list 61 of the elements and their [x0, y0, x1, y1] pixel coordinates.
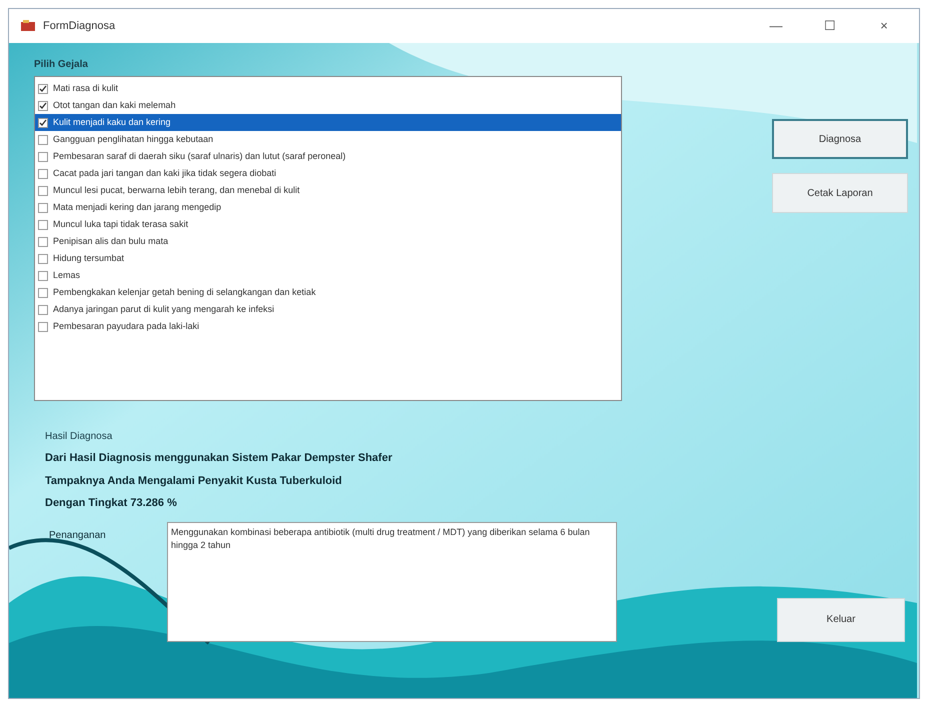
- symptom-item[interactable]: Lemas: [35, 267, 621, 284]
- checkbox[interactable]: [38, 186, 48, 196]
- checkbox[interactable]: [38, 100, 48, 110]
- symptom-item[interactable]: Muncul luka tapi tidak terasa sakit: [35, 216, 621, 233]
- result-text: Dengan Tingkat 73.286 %: [45, 496, 178, 511]
- symptom-label: Muncul lesi pucat, berwarna lebih terang, dan menebal di kulit: [53, 184, 300, 197]
- checkbox[interactable]: [38, 202, 48, 212]
- symptom-label: Mati rasa di kulit: [53, 82, 118, 95]
- symptom-label: Hidung tersumbat: [53, 252, 124, 265]
- group-label: Hasil Diagnosa: [45, 430, 114, 444]
- symptom-label: Adanya jaringan parut di kulit yang mengarah ke infeksi: [53, 302, 274, 316]
- symptom-item[interactable]: Mati rasa di kulit: [35, 80, 621, 97]
- checkbox[interactable]: [38, 220, 48, 230]
- checkbox[interactable]: [38, 288, 48, 298]
- result-text: Tampaknya Anda Mengalami Penyakit Kusta Tuberkuloid: [45, 474, 343, 488]
- symptom-label: Cacat pada jari tangan dan kaki jika tidak segera diobati: [53, 166, 276, 180]
- checkbox[interactable]: [38, 304, 48, 314]
- field-label: Penanganan: [49, 528, 107, 542]
- treatment-field[interactable]: Menggunakan kombinasi beberapa antibiotik (multi drug treatment / MDT) yang diberikan selama 6 bulan hingga 2 tahun: [167, 522, 617, 642]
- symptom-label: Pembesaran payudara pada laki-laki: [53, 320, 200, 333]
- group-label: Pilih Gejala: [34, 58, 89, 72]
- app-icon: [21, 20, 35, 32]
- symptom-label: Pembesaran saraf di daerah siku (saraf ulnaris) dan lutut (saraf peroneal): [53, 150, 346, 163]
- symptom-item[interactable]: Cacat pada jari tangan dan kaki jika tidak segera diobati: [35, 165, 621, 182]
- symptom-label: Mata menjadi kering dan jarang mengedip: [53, 200, 222, 214]
- checkbox[interactable]: [38, 134, 48, 144]
- symptom-item[interactable]: Kulit menjadi kaku dan kering: [35, 114, 621, 131]
- symptom-label: Penipisan alis dan bulu mata: [53, 234, 168, 248]
- window-title: FormDiagnosa: [43, 18, 116, 34]
- checkbox[interactable]: [38, 84, 48, 94]
- symptom-item[interactable]: Mata menjadi kering dan jarang mengedip: [35, 199, 621, 216]
- symptom-item[interactable]: Pembengkakan kelenjar getah bening di selangkangan dan ketiak: [35, 284, 621, 301]
- symptom-label: Otot tangan dan kaki melemah: [53, 98, 176, 112]
- symptom-label: Muncul luka tapi tidak terasa sakit: [53, 218, 188, 231]
- action-button[interactable]: Cetak Laporan: [772, 173, 908, 213]
- symptom-item[interactable]: Pembesaran payudara pada laki-laki: [35, 318, 621, 335]
- result-text: Dari Hasil Diagnosis menggunakan Sistem Pakar Dempster Shafer: [45, 451, 394, 466]
- symptom-item[interactable]: Otot tangan dan kaki melemah: [35, 97, 621, 114]
- symptom-label: Pembengkakan kelenjar getah bening di selangkangan dan ketiak: [53, 286, 316, 299]
- checkbox[interactable]: [38, 152, 48, 162]
- symptom-label: Kulit menjadi kaku dan kering: [53, 116, 171, 129]
- checkbox[interactable]: [38, 322, 48, 332]
- symptom-item[interactable]: Muncul lesi pucat, berwarna lebih terang, dan menebal di kulit: [35, 182, 621, 199]
- window-control[interactable]: ×: [861, 16, 907, 36]
- window-control[interactable]: ☐: [807, 16, 853, 36]
- checkbox[interactable]: [38, 270, 48, 280]
- symptom-item[interactable]: Pembesaran saraf di daerah siku (saraf ulnaris) dan lutut (saraf peroneal): [35, 148, 621, 165]
- window-control[interactable]: —: [753, 16, 799, 36]
- checkbox[interactable]: [38, 236, 48, 246]
- checkbox[interactable]: [38, 118, 48, 128]
- action-button[interactable]: Diagnosa: [772, 119, 908, 159]
- exit-button[interactable]: Keluar: [777, 598, 905, 642]
- checkbox[interactable]: [38, 254, 48, 264]
- symptom-item[interactable]: Hidung tersumbat: [35, 250, 621, 267]
- symptom-item[interactable]: Adanya jaringan parut di kulit yang mengarah ke infeksi: [35, 301, 621, 318]
- symptom-label: Gangguan penglihatan hingga kebutaan: [53, 132, 214, 146]
- symptom-item[interactable]: Penipisan alis dan bulu mata: [35, 233, 621, 250]
- symptom-label: Lemas: [53, 268, 80, 282]
- checkbox[interactable]: [38, 168, 48, 178]
- symptom-item[interactable]: Gangguan penglihatan hingga kebutaan: [35, 131, 621, 148]
- symptom-list[interactable]: [34, 76, 622, 401]
